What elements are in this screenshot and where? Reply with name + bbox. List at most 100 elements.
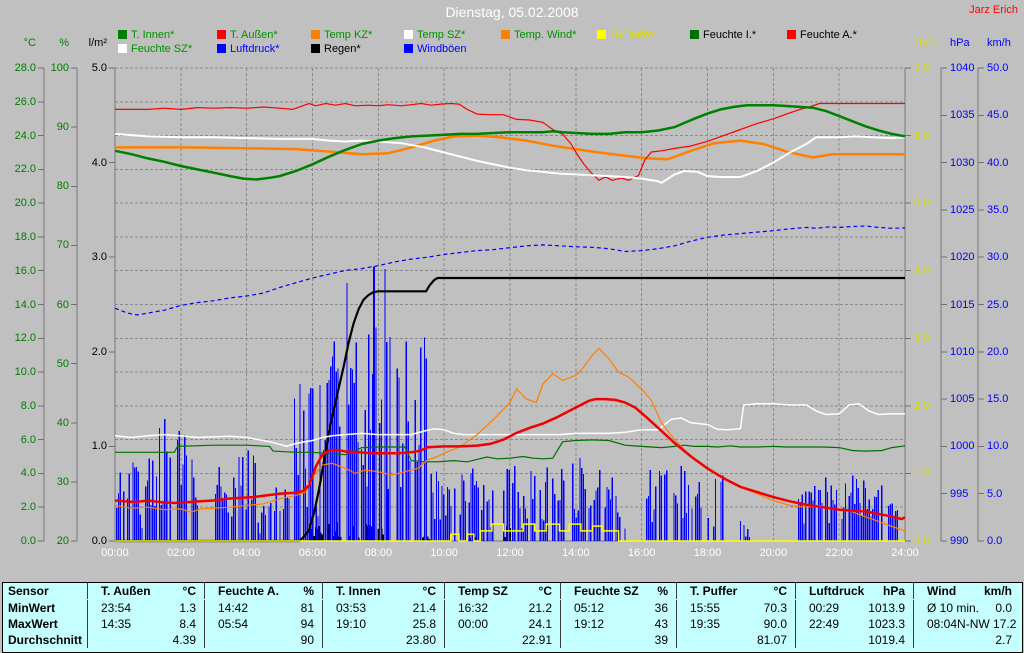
- legend-label: Temp KZ*: [324, 29, 373, 41]
- axis-tick-label: 2.0: [20, 501, 36, 514]
- legend-swatch: [597, 30, 606, 39]
- axis-tick-label: 10.0: [987, 440, 1009, 453]
- table-col-header-time: T. Innen: [336, 584, 381, 598]
- table-min-cell-value: 21.2: [528, 601, 552, 615]
- axis-tick-label: 0.0: [91, 535, 107, 547]
- table-min-cell: Ø 10 min. 0.0: [913, 600, 1020, 616]
- legend-swatch: [690, 30, 699, 39]
- axis-tick-label: 7.0: [914, 62, 930, 74]
- table-col-header-time: T. Puffer: [690, 584, 738, 598]
- table-max-cell-time: 19:12: [574, 617, 605, 631]
- table-col-header-value: °C: [182, 584, 196, 598]
- axis-tick-label: 15.0: [987, 393, 1009, 406]
- table-avg-cell-value: 81.07: [756, 633, 787, 647]
- table-min-cell-time: 03:53: [336, 601, 367, 615]
- axis-tick-label: 0.0: [987, 535, 1003, 547]
- axis-tick-label: 80: [56, 180, 69, 193]
- legend-swatch: [118, 30, 127, 39]
- axis-tick-label: 4.0: [91, 156, 107, 169]
- table-max-cell-value: 24.1: [528, 617, 552, 631]
- legend-label: T. Außen*: [230, 29, 278, 41]
- table-min-cell-value: 21.4: [412, 601, 436, 615]
- axis-tick-label: 16.0: [14, 264, 36, 277]
- legend-label: Feuchte A.*: [800, 29, 857, 41]
- table-avg-cell-value: 23.80: [405, 633, 436, 647]
- legend-item: Regen*: [311, 43, 361, 55]
- table-col-header-time: T. Außen: [101, 584, 151, 598]
- axis-tick-label: 30.0: [987, 251, 1009, 264]
- table-min-cell: 14:42 81: [204, 600, 322, 616]
- axis-tick-label: 2.0: [914, 399, 930, 412]
- table-max-cell: 19:12 43: [560, 616, 676, 632]
- x-axis-tick-label: 24:00: [891, 547, 919, 559]
- table-max-cell-value: 25.8: [412, 617, 436, 631]
- table-max-cell-value: 1023.3: [868, 617, 905, 631]
- table-min-cell-time: 16:32: [458, 601, 489, 615]
- legend-item: Feuchte A.*: [787, 29, 857, 41]
- table-col-header: Temp SZ °C: [444, 583, 560, 599]
- x-axis-tick-label: 10:00: [430, 547, 458, 559]
- table-min-cell-time: 23:54: [101, 601, 132, 615]
- table-min-cell-time: 00:29: [809, 601, 840, 615]
- axis-tick-label: 40.0: [987, 156, 1009, 169]
- table-col-header-value: %: [303, 584, 314, 598]
- table-col-header-value: km/h: [983, 584, 1012, 598]
- axis-tick-label: 50.0: [987, 62, 1009, 74]
- table-avg-cell: 81.07: [676, 632, 795, 648]
- table-max-cell-value: 94: [300, 617, 314, 631]
- table-col-header-value: °C: [773, 584, 787, 598]
- table-min-cell: 00:29 1013.9: [795, 600, 913, 616]
- legend-swatch: [501, 30, 510, 39]
- table-avg-cell-value: 2.7: [995, 633, 1012, 647]
- axis-header-hPa: hPa: [950, 37, 970, 49]
- axis-tick-label: 30: [56, 475, 69, 488]
- table-min-cell: 15:55 70.3: [676, 600, 795, 616]
- table-min-cell: 05:12 36: [560, 600, 676, 616]
- legend-item: Luftdruck*: [217, 43, 280, 55]
- table-col-header: T. Außen °C: [87, 583, 204, 599]
- axis-tick-label: 8.0: [20, 399, 36, 412]
- table-max-cell-time: 00:00: [458, 617, 489, 631]
- x-axis-tick-label: 08:00: [364, 547, 393, 559]
- table-avg-cell-value: 1019.4: [868, 633, 905, 647]
- table-avg-cell-value: 22.91: [521, 633, 552, 647]
- table-max-cell-time: 08:04: [927, 617, 958, 631]
- table-max-cell: 14:35 8.4: [87, 616, 204, 632]
- table-avg-cell-value: 39: [654, 633, 668, 647]
- table-col-header-value: hPa: [882, 584, 905, 598]
- legend-label: Luftdruck*: [230, 43, 280, 55]
- axis-tick-label: 0.0: [914, 535, 930, 547]
- axis-tick-label: 6.0: [914, 129, 930, 142]
- x-axis-tick-label: 20:00: [759, 547, 788, 559]
- axis-tick-label: 25.0: [987, 298, 1009, 311]
- table-col-header-value: %: [657, 584, 668, 598]
- legend-item: Temp KZ*: [311, 29, 373, 41]
- table-col-header: Feuchte SZ%: [560, 583, 676, 599]
- axis-tick-label: 20.0: [14, 197, 36, 210]
- table-min-cell-value: 0.0: [995, 601, 1012, 615]
- legend-item: Windböen: [404, 43, 467, 55]
- legend-item: Feuchte SZ*: [118, 43, 192, 55]
- legend-swatch: [217, 30, 226, 39]
- legend-label: Regen*: [324, 43, 361, 55]
- legend-swatch: [404, 30, 413, 39]
- table-col-header: Feuchte A.%: [204, 583, 322, 599]
- axis-tick-label: 1015: [950, 298, 975, 311]
- axis-tick-label: 45.0: [987, 109, 1009, 122]
- table-min-cell-value: 1.3: [179, 601, 196, 615]
- legend-item: UV Index: [597, 29, 655, 41]
- axis-tick-label: 22.0: [14, 163, 36, 176]
- x-axis-tick-label: 12:00: [496, 547, 524, 559]
- table-max-cell: 08:04 N-NW 17.2: [913, 616, 1020, 632]
- table-max-cell-time: 19:10: [336, 617, 367, 631]
- table-col-header: Wind km/h: [913, 583, 1020, 599]
- table-avg-cell-value: 90: [300, 633, 314, 647]
- table-min-cell-value: 36: [654, 601, 668, 615]
- legend-label: Windböen: [417, 43, 467, 55]
- legend-item: T. Innen*: [118, 29, 174, 41]
- legend-swatch: [787, 30, 796, 39]
- table-min-cell-time: 05:12: [574, 601, 605, 615]
- x-axis-tick-label: 04:00: [232, 547, 261, 559]
- table-col-header-time: Feuchte A.: [218, 584, 279, 598]
- table-max-cell-value: 8.4: [179, 617, 196, 631]
